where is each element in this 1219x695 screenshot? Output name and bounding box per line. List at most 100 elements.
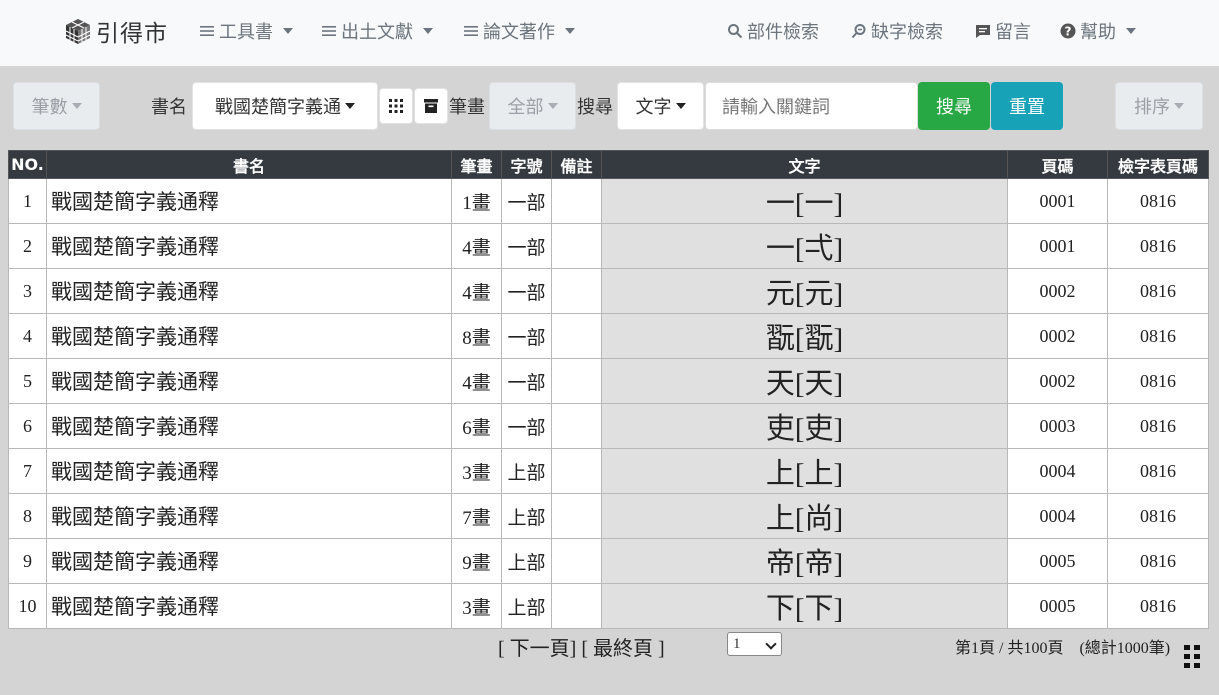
nav-tools-label: 工具書 (219, 22, 273, 43)
nav-help-dropdown[interactable]: ? 幫助 (1060, 18, 1136, 44)
cell-index-page: 0816 (1107, 358, 1209, 404)
nav-excavated-dropdown[interactable]: 出土文獻 (321, 18, 433, 44)
header-strokes[interactable]: 筆畫 (451, 150, 502, 179)
cell-character: 天[天] (601, 358, 1008, 404)
chevron-down-icon (675, 103, 686, 109)
sort-dropdown[interactable]: 排序 (1115, 82, 1203, 130)
cell-book: 戰國楚簡字義通釋 (46, 583, 452, 629)
table-header-row: NO. 書名 筆畫 字號 備註 文字 頁碼 檢字表頁碼 (8, 150, 1209, 179)
table-row[interactable]: 10 戰國楚簡字義通釋 3畫 上部 下[下] 0005 0816 (8, 583, 1209, 629)
cell-radical: 一部 (501, 313, 552, 359)
cell-page: 0005 (1007, 538, 1108, 584)
nav-papers-dropdown[interactable]: 論文著作 (463, 18, 575, 44)
grid-view-button[interactable] (379, 88, 413, 124)
menu-icon (322, 26, 336, 36)
cell-radical: 一部 (501, 178, 552, 224)
header-character[interactable]: 文字 (601, 150, 1008, 179)
nav-help-label: 幫助 (1080, 22, 1116, 43)
cell-book: 戰國楚簡字義通釋 (46, 178, 452, 224)
cell-book: 戰國楚簡字義通釋 (46, 448, 452, 494)
header-page[interactable]: 頁碼 (1007, 150, 1108, 179)
nav-papers-label: 論文著作 (483, 22, 555, 43)
cell-strokes: 7畫 (451, 493, 502, 539)
svg-text:?: ? (1065, 24, 1072, 38)
grid-toggle-icon[interactable] (1183, 645, 1201, 669)
header-index-page[interactable]: 檢字表頁碼 (1107, 150, 1209, 179)
cell-character: 一[一] (601, 178, 1008, 224)
search-plus-icon (851, 24, 866, 39)
cell-strokes: 1畫 (451, 178, 502, 224)
cell-page: 0002 (1007, 358, 1108, 404)
cell-character: 翫[翫] (601, 313, 1008, 359)
page-select[interactable]: 1 (727, 632, 782, 656)
cell-book: 戰國楚簡字義通釋 (46, 268, 452, 314)
header-note[interactable]: 備註 (551, 150, 602, 179)
search-input[interactable]: 請輸入關鍵詞 (705, 82, 918, 130)
cell-no: 4 (8, 313, 47, 359)
cell-book: 戰國楚簡字義通釋 (46, 313, 452, 359)
cube-logo-icon (65, 19, 91, 44)
book-select[interactable]: 戰國楚簡字義通 (192, 82, 378, 130)
chat-icon (976, 25, 990, 38)
page-select-value: 1 (733, 635, 741, 652)
cell-radical: 上部 (501, 583, 552, 629)
table-row[interactable]: 9 戰國楚簡字義通釋 9畫 上部 帝[帝] 0005 0816 (8, 538, 1209, 584)
cell-strokes: 4畫 (451, 358, 502, 404)
archive-icon (424, 99, 438, 113)
header-radical[interactable]: 字號 (501, 150, 552, 179)
chevron-down-icon (423, 28, 433, 34)
chevron-down-icon (1126, 28, 1136, 34)
cell-no: 2 (8, 223, 47, 269)
archive-button[interactable] (414, 88, 448, 124)
nav-message[interactable]: 留言 (975, 18, 1031, 44)
cell-index-page: 0816 (1107, 448, 1209, 494)
cell-index-page: 0816 (1107, 583, 1209, 629)
cell-note (551, 313, 602, 359)
cell-no: 9 (8, 538, 47, 584)
search-label: 搜尋 (577, 97, 613, 118)
cell-index-page: 0816 (1107, 538, 1209, 584)
book-select-value: 戰國楚簡字義通 (215, 97, 341, 118)
table-row[interactable]: 4 戰國楚簡字義通釋 8畫 一部 翫[翫] 0002 0816 (8, 313, 1209, 359)
cell-character: 下[下] (601, 583, 1008, 629)
cell-note (551, 403, 602, 449)
cell-note (551, 583, 602, 629)
cell-index-page: 0816 (1107, 268, 1209, 314)
nav-missing-char-search[interactable]: 缺字檢索 (851, 18, 943, 44)
cell-character: 上[上] (601, 448, 1008, 494)
cell-no: 5 (8, 358, 47, 404)
cell-page: 0002 (1007, 268, 1108, 314)
nav-component-search[interactable]: 部件檢索 (727, 18, 819, 44)
search-button[interactable]: 搜尋 (918, 82, 990, 130)
stroke-count-dropdown[interactable]: 筆數 (13, 82, 100, 130)
last-page-link[interactable]: [ 最終頁 ] (581, 638, 664, 660)
cell-radical: 一部 (501, 403, 552, 449)
reset-button[interactable]: 重置 (991, 82, 1063, 130)
table-row[interactable]: 5 戰國楚簡字義通釋 4畫 一部 天[天] 0002 0816 (8, 358, 1209, 404)
search-placeholder: 請輸入關鍵詞 (722, 97, 830, 118)
nav-tools-dropdown[interactable]: 工具書 (199, 18, 293, 44)
results-table-wrapper: NO. 書名 筆畫 字號 備註 文字 頁碼 檢字表頁碼 1 戰國楚簡字義通釋 1畫一… (8, 150, 1209, 629)
table-row[interactable]: 8 戰國楚簡字義通釋 7畫 上部 上[尚] 0004 0816 (8, 493, 1209, 539)
next-page-link[interactable]: [ 下一頁] (498, 638, 576, 660)
top-navbar: 引得市 工具書 出土文獻 論文著作 部件檢索 缺字檢索 留言 ? 幫助 (0, 0, 1219, 66)
cell-page: 0004 (1007, 448, 1108, 494)
table-row[interactable]: 3 戰國楚簡字義通釋 4畫 一部 元[元] 0002 0816 (8, 268, 1209, 314)
cell-page: 0002 (1007, 313, 1108, 359)
nav-excavated-label: 出土文獻 (341, 22, 413, 43)
cell-page: 0003 (1007, 403, 1108, 449)
stroke-select-value: 全部 (507, 97, 544, 118)
brand[interactable]: 引得市 (64, 14, 168, 48)
cell-character: 一[弌] (601, 223, 1008, 269)
stroke-count-label: 筆數 (31, 97, 68, 118)
stroke-select[interactable]: 全部 (489, 82, 576, 130)
header-book[interactable]: 書名 (46, 150, 452, 179)
table-row[interactable]: 1 戰國楚簡字義通釋 1畫 一部 一[一] 0001 0816 (8, 178, 1209, 224)
table-row[interactable]: 7 戰國楚簡字義通釋 3畫 上部 上[上] 0004 0816 (8, 448, 1209, 494)
table-row[interactable]: 2 戰國楚簡字義通釋 4畫 一部 一[弌] 0001 0816 (8, 223, 1209, 269)
header-no[interactable]: NO. (8, 150, 47, 179)
search-type-select[interactable]: 文字 (617, 82, 704, 130)
cell-book: 戰國楚簡字義通釋 (46, 223, 452, 269)
brand-name: 引得市 (96, 21, 168, 47)
table-row[interactable]: 6 戰國楚簡字義通釋 6畫 一部 吏[吏] 0003 0816 (8, 403, 1209, 449)
